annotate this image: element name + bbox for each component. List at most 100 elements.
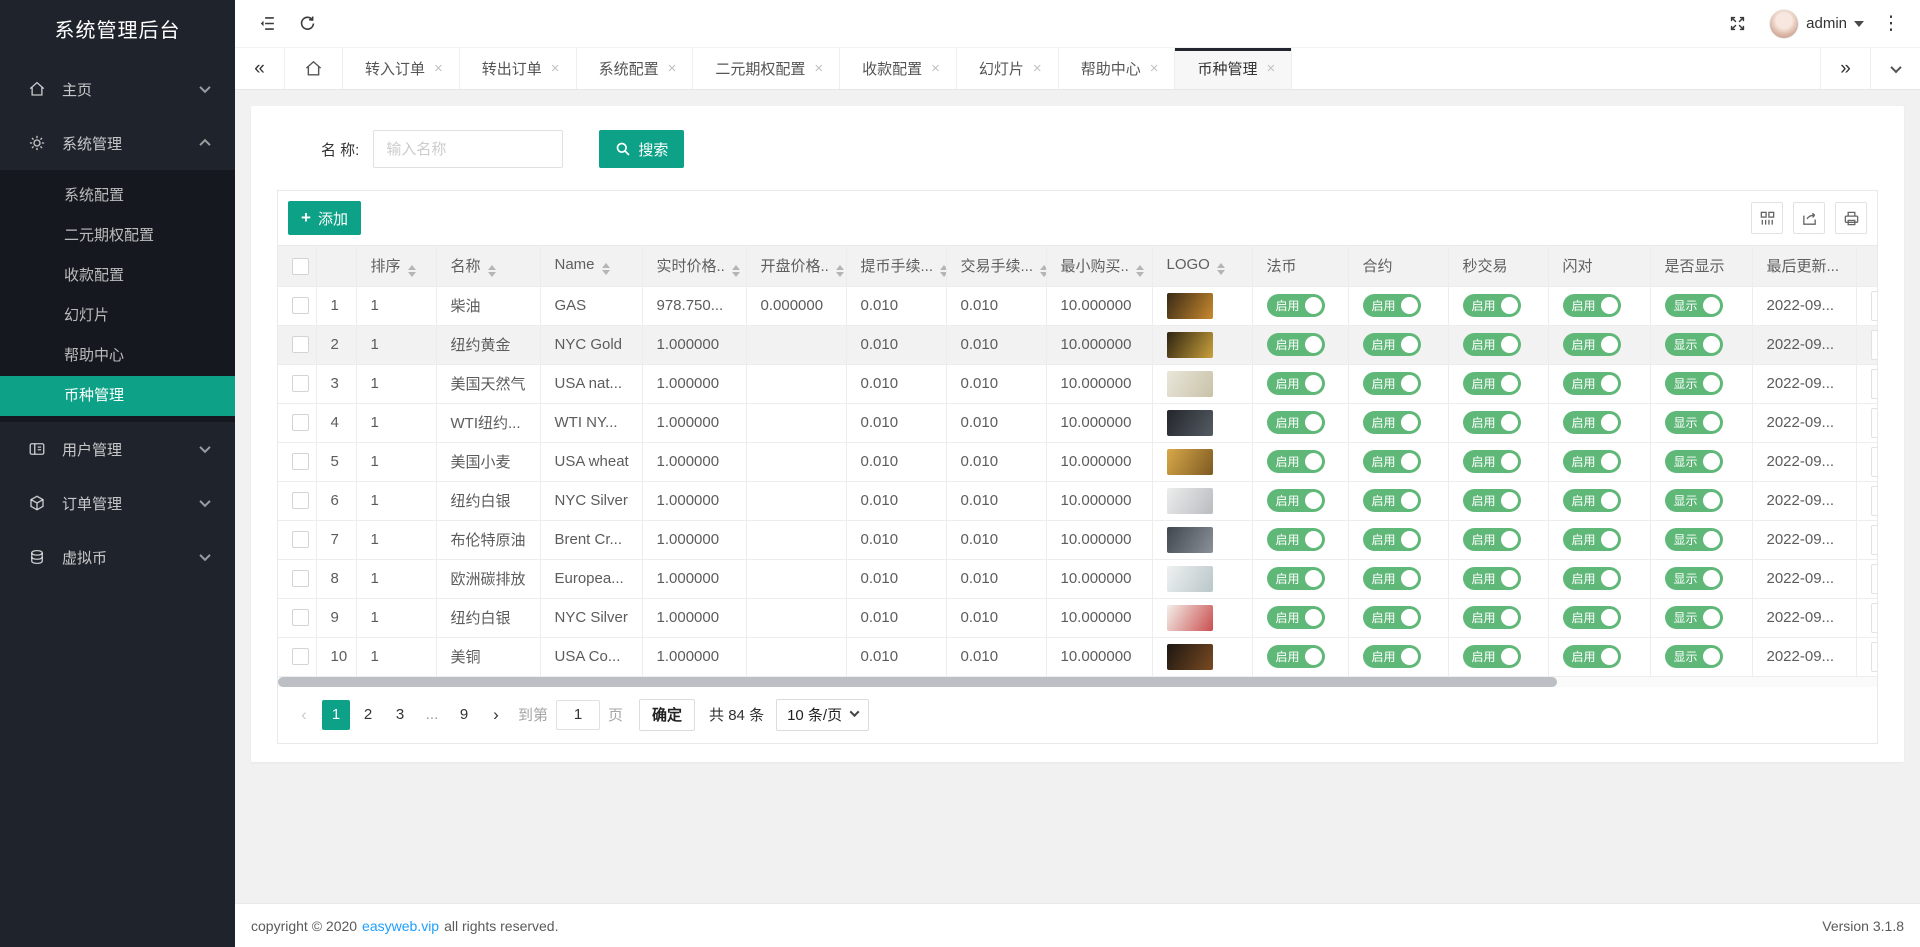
goto-page-input[interactable] [556, 700, 600, 730]
sidebar-item-crypto[interactable]: 虚拟币 [0, 530, 235, 584]
edit-button[interactable]: 修改 [1871, 525, 1878, 555]
visible-toggle[interactable]: 显示 [1665, 411, 1723, 434]
select-all-checkbox[interactable] [292, 258, 309, 275]
sidebar-subitem[interactable]: 帮助中心 [0, 336, 235, 376]
sidebar-subitem[interactable]: 收款配置 [0, 256, 235, 296]
second-trade-toggle[interactable]: 启用 [1463, 450, 1521, 473]
page-number[interactable]: 1 [322, 700, 350, 730]
contract-toggle[interactable]: 启用 [1363, 333, 1421, 356]
confirm-page-button[interactable]: 确定 [639, 699, 695, 731]
page-number[interactable]: 3 [386, 700, 414, 730]
collapse-sidebar-button[interactable] [247, 4, 287, 44]
row-checkbox[interactable] [292, 531, 309, 548]
col-open[interactable]: 开盘价格.. [746, 246, 846, 286]
row-checkbox[interactable] [292, 492, 309, 509]
tab-close-icon[interactable]: × [434, 60, 443, 77]
sidebar-subitem[interactable]: 二元期权配置 [0, 216, 235, 256]
sidebar-item-users[interactable]: 用户管理 [0, 422, 235, 476]
edit-button[interactable]: 修改 [1871, 564, 1878, 594]
col-min-buy[interactable]: 最小购买.. [1046, 246, 1152, 286]
tab-close-icon[interactable]: × [668, 60, 677, 77]
flash-swap-toggle[interactable]: 启用 [1563, 528, 1621, 551]
fiat-toggle[interactable]: 启用 [1267, 489, 1325, 512]
filter-columns-button[interactable] [1751, 202, 1783, 234]
second-trade-toggle[interactable]: 启用 [1463, 645, 1521, 668]
second-trade-toggle[interactable]: 启用 [1463, 567, 1521, 590]
edit-button[interactable]: 修改 [1871, 447, 1878, 477]
page-size-select[interactable]: 10 条/页 [776, 699, 869, 731]
contract-toggle[interactable]: 启用 [1363, 411, 1421, 434]
row-checkbox[interactable] [292, 375, 309, 392]
fiat-toggle[interactable]: 启用 [1267, 294, 1325, 317]
visible-toggle[interactable]: 显示 [1665, 489, 1723, 512]
contract-toggle[interactable]: 启用 [1363, 606, 1421, 629]
col-name-en[interactable]: Name [540, 246, 642, 286]
flash-swap-toggle[interactable]: 启用 [1563, 333, 1621, 356]
tab[interactable]: 收款配置 × [840, 48, 957, 89]
search-button[interactable]: 搜索 [599, 130, 684, 168]
tab-close-icon[interactable]: × [931, 60, 940, 77]
visible-toggle[interactable]: 显示 [1665, 606, 1723, 629]
page-number[interactable]: 9 [450, 700, 478, 730]
second-trade-toggle[interactable]: 启用 [1463, 411, 1521, 434]
next-page-button[interactable]: › [482, 700, 510, 730]
tab[interactable]: 系统配置 × [577, 48, 694, 89]
fullscreen-icon[interactable] [1717, 4, 1757, 44]
visible-toggle[interactable]: 显示 [1665, 645, 1723, 668]
tabs-back-button[interactable]: « [235, 48, 285, 89]
fiat-toggle[interactable]: 启用 [1267, 450, 1325, 473]
print-button[interactable] [1835, 202, 1867, 234]
tab[interactable]: 幻灯片 × [957, 48, 1059, 89]
easyweb-link[interactable]: easyweb.vip [362, 918, 439, 934]
tab[interactable]: 二元期权配置 × [693, 48, 840, 89]
contract-toggle[interactable]: 启用 [1363, 450, 1421, 473]
edit-button[interactable]: 修改 [1871, 642, 1878, 672]
tab-menu-button[interactable] [1870, 48, 1920, 89]
more-menu-icon[interactable]: ⋮ [1876, 12, 1906, 35]
flash-swap-toggle[interactable]: 启用 [1563, 372, 1621, 395]
contract-toggle[interactable]: 启用 [1363, 528, 1421, 551]
row-checkbox[interactable] [292, 609, 309, 626]
sidebar-item-home[interactable]: 主页 [0, 62, 235, 116]
sidebar-subitem[interactable]: 币种管理 [0, 376, 235, 416]
flash-swap-toggle[interactable]: 启用 [1563, 294, 1621, 317]
flash-swap-toggle[interactable]: 启用 [1563, 450, 1621, 473]
visible-toggle[interactable]: 显示 [1665, 567, 1723, 590]
edit-button[interactable]: 修改 [1871, 408, 1878, 438]
tabs-forward-button[interactable]: » [1820, 48, 1870, 89]
sidebar-item-system[interactable]: 系统管理 [0, 116, 235, 170]
flash-swap-toggle[interactable]: 启用 [1563, 567, 1621, 590]
sidebar-subitem[interactable]: 系统配置 [0, 176, 235, 216]
col-price[interactable]: 实时价格.. [642, 246, 746, 286]
fiat-toggle[interactable]: 启用 [1267, 411, 1325, 434]
user-menu[interactable]: admin [1763, 9, 1870, 39]
tab-close-icon[interactable]: × [1266, 60, 1275, 77]
row-checkbox[interactable] [292, 336, 309, 353]
fiat-toggle[interactable]: 启用 [1267, 528, 1325, 551]
tab-close-icon[interactable]: × [551, 60, 560, 77]
sidebar-item-orders[interactable]: 订单管理 [0, 476, 235, 530]
edit-button[interactable]: 修改 [1871, 330, 1878, 360]
sidebar-subitem[interactable]: 幻灯片 [0, 296, 235, 336]
flash-swap-toggle[interactable]: 启用 [1563, 606, 1621, 629]
visible-toggle[interactable]: 显示 [1665, 294, 1723, 317]
page-number[interactable]: ... [418, 700, 446, 730]
fiat-toggle[interactable]: 启用 [1267, 606, 1325, 629]
contract-toggle[interactable]: 启用 [1363, 489, 1421, 512]
second-trade-toggle[interactable]: 启用 [1463, 606, 1521, 629]
tab-home[interactable] [285, 48, 343, 89]
fiat-toggle[interactable]: 启用 [1267, 567, 1325, 590]
row-checkbox[interactable] [292, 297, 309, 314]
row-checkbox[interactable] [292, 414, 309, 431]
tab[interactable]: 帮助中心 × [1059, 48, 1176, 89]
search-input[interactable] [373, 130, 563, 168]
export-button[interactable] [1793, 202, 1825, 234]
page-number[interactable]: 2 [354, 700, 382, 730]
visible-toggle[interactable]: 显示 [1665, 372, 1723, 395]
edit-button[interactable]: 修改 [1871, 291, 1878, 321]
edit-button[interactable]: 修改 [1871, 369, 1878, 399]
add-button[interactable]: + 添加 [288, 201, 361, 235]
second-trade-toggle[interactable]: 启用 [1463, 528, 1521, 551]
visible-toggle[interactable]: 显示 [1665, 528, 1723, 551]
fiat-toggle[interactable]: 启用 [1267, 372, 1325, 395]
